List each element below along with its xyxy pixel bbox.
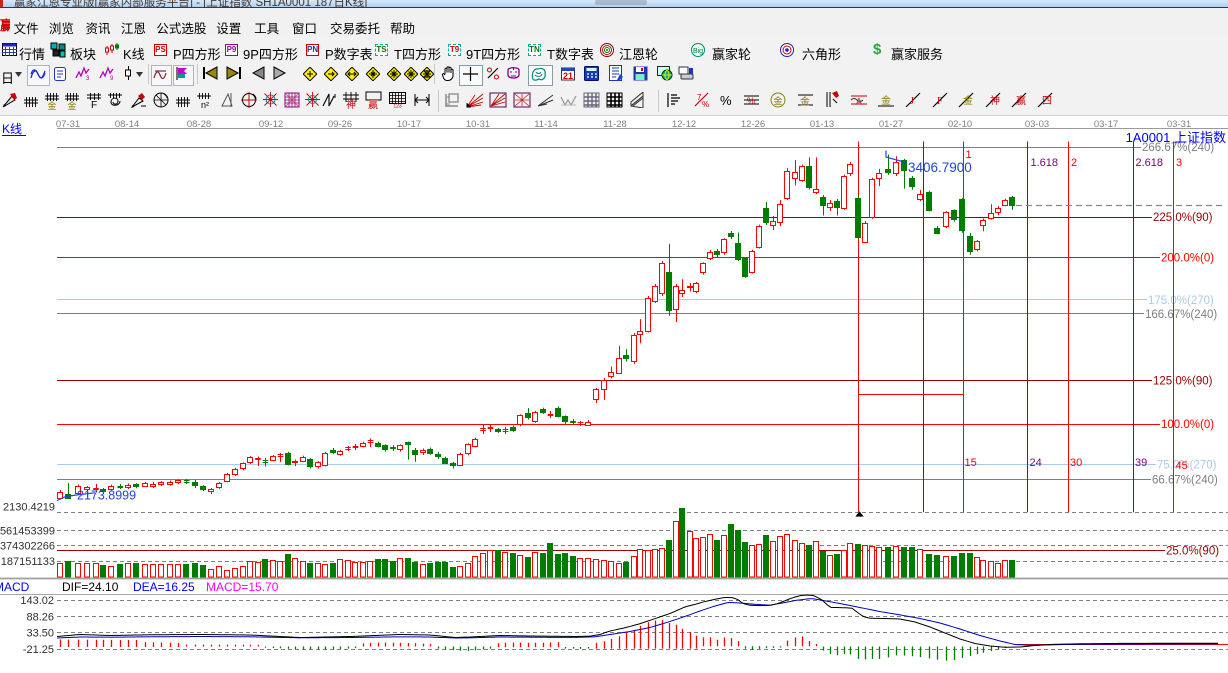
svg-text:30: 30: [1070, 457, 1082, 469]
svg-text:374302266: 374302266: [0, 540, 55, 552]
svg-text:66.67%(240): 66.67%(240): [1152, 474, 1218, 486]
svg-text:1.618: 1.618: [1031, 157, 1059, 169]
svg-text:266.67%(240): 266.67%(240): [1142, 142, 1214, 154]
svg-text:187151133: 187151133: [1, 556, 55, 568]
svg-text:100.0%(0): 100.0%(0): [1161, 419, 1214, 431]
svg-text:225.0%(90): 225.0%(90): [1153, 212, 1213, 224]
svg-text:2130.4219: 2130.4219: [3, 502, 55, 514]
svg-text:25.0%(90): 25.0%(90): [1166, 545, 1219, 557]
svg-text:88.26: 88.26: [26, 611, 54, 623]
svg-text:175.0%(270): 175.0%(270): [1148, 295, 1214, 307]
svg-text:MACD: MACD: [0, 580, 30, 594]
svg-text:3: 3: [1176, 157, 1182, 169]
svg-text:DIF=24.10: DIF=24.10: [62, 580, 119, 594]
svg-text:2: 2: [1071, 157, 1077, 169]
svg-text:K线: K线: [2, 122, 22, 136]
svg-text:15: 15: [965, 457, 977, 469]
svg-text:166.67%(240): 166.67%(240): [1145, 309, 1217, 321]
svg-text:143.02: 143.02: [20, 595, 54, 607]
svg-text:MACD=15.70: MACD=15.70: [206, 580, 279, 594]
svg-text:3406.7900: 3406.7900: [908, 160, 972, 175]
svg-text:200.0%(0): 200.0%(0): [1161, 253, 1214, 265]
svg-text:33.50: 33.50: [26, 628, 54, 640]
svg-text:2173.8999: 2173.8999: [77, 489, 136, 503]
svg-text:DEA=16.25: DEA=16.25: [133, 580, 195, 594]
svg-text:45: 45: [1176, 460, 1188, 472]
svg-text:125.0%(90): 125.0%(90): [1153, 376, 1213, 388]
svg-text:2.618: 2.618: [1136, 157, 1164, 169]
svg-text:561453399: 561453399: [0, 525, 55, 537]
svg-text:-21.25: -21.25: [23, 644, 54, 656]
svg-text:39: 39: [1135, 457, 1147, 469]
svg-text:24: 24: [1030, 457, 1042, 469]
